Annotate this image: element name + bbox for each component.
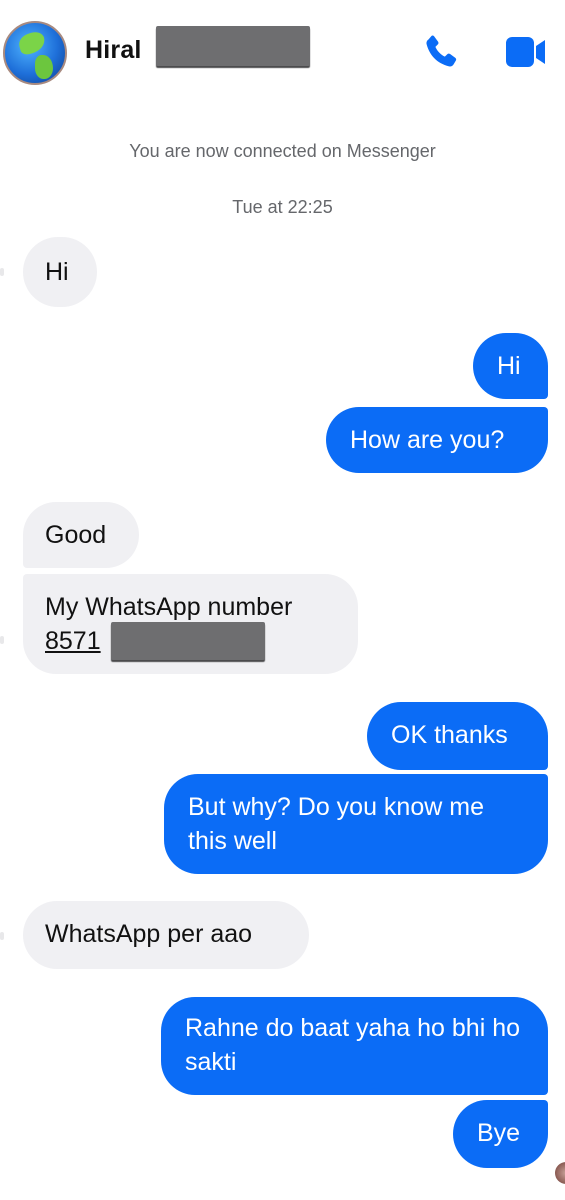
video-camera-icon bbox=[506, 37, 545, 67]
globe-land-shape bbox=[35, 55, 53, 79]
timestamp: Tue at 22:25 bbox=[232, 197, 333, 217]
incoming-message[interactable]: WhatsApp per aao bbox=[23, 901, 309, 969]
phone-icon bbox=[426, 35, 457, 67]
phone-number-link[interactable]: 8571 bbox=[45, 627, 101, 655]
outgoing-message[interactable]: Hi bbox=[473, 333, 548, 399]
conversation-header: Hiral bbox=[0, 0, 565, 110]
globe-land-shape bbox=[16, 29, 48, 57]
message-text: My WhatsApp number bbox=[45, 593, 293, 621]
incoming-edge-mark bbox=[0, 932, 4, 940]
redacted-phone-digits bbox=[111, 622, 265, 660]
incoming-message[interactable]: Hi bbox=[23, 237, 97, 307]
outgoing-message[interactable]: But why? Do you know me this well bbox=[164, 774, 548, 874]
voice-call-button[interactable] bbox=[420, 32, 462, 74]
redacted-surname bbox=[156, 26, 310, 66]
incoming-edge-mark bbox=[0, 268, 4, 276]
contact-avatar[interactable] bbox=[3, 21, 67, 85]
contact-name[interactable]: Hiral bbox=[85, 36, 142, 65]
video-call-button[interactable] bbox=[504, 34, 548, 70]
incoming-message[interactable]: Good bbox=[23, 502, 139, 568]
outgoing-message[interactable]: Rahne do baat yaha ho bhi ho sakti bbox=[161, 997, 548, 1095]
outgoing-message[interactable]: Bye bbox=[453, 1100, 548, 1168]
incoming-edge-mark bbox=[0, 636, 4, 644]
outgoing-message[interactable]: How are you? bbox=[326, 407, 548, 473]
outgoing-message[interactable]: OK thanks bbox=[367, 702, 548, 770]
read-receipt-avatar bbox=[555, 1162, 565, 1184]
connection-notice: You are now connected on Messenger bbox=[129, 141, 436, 161]
